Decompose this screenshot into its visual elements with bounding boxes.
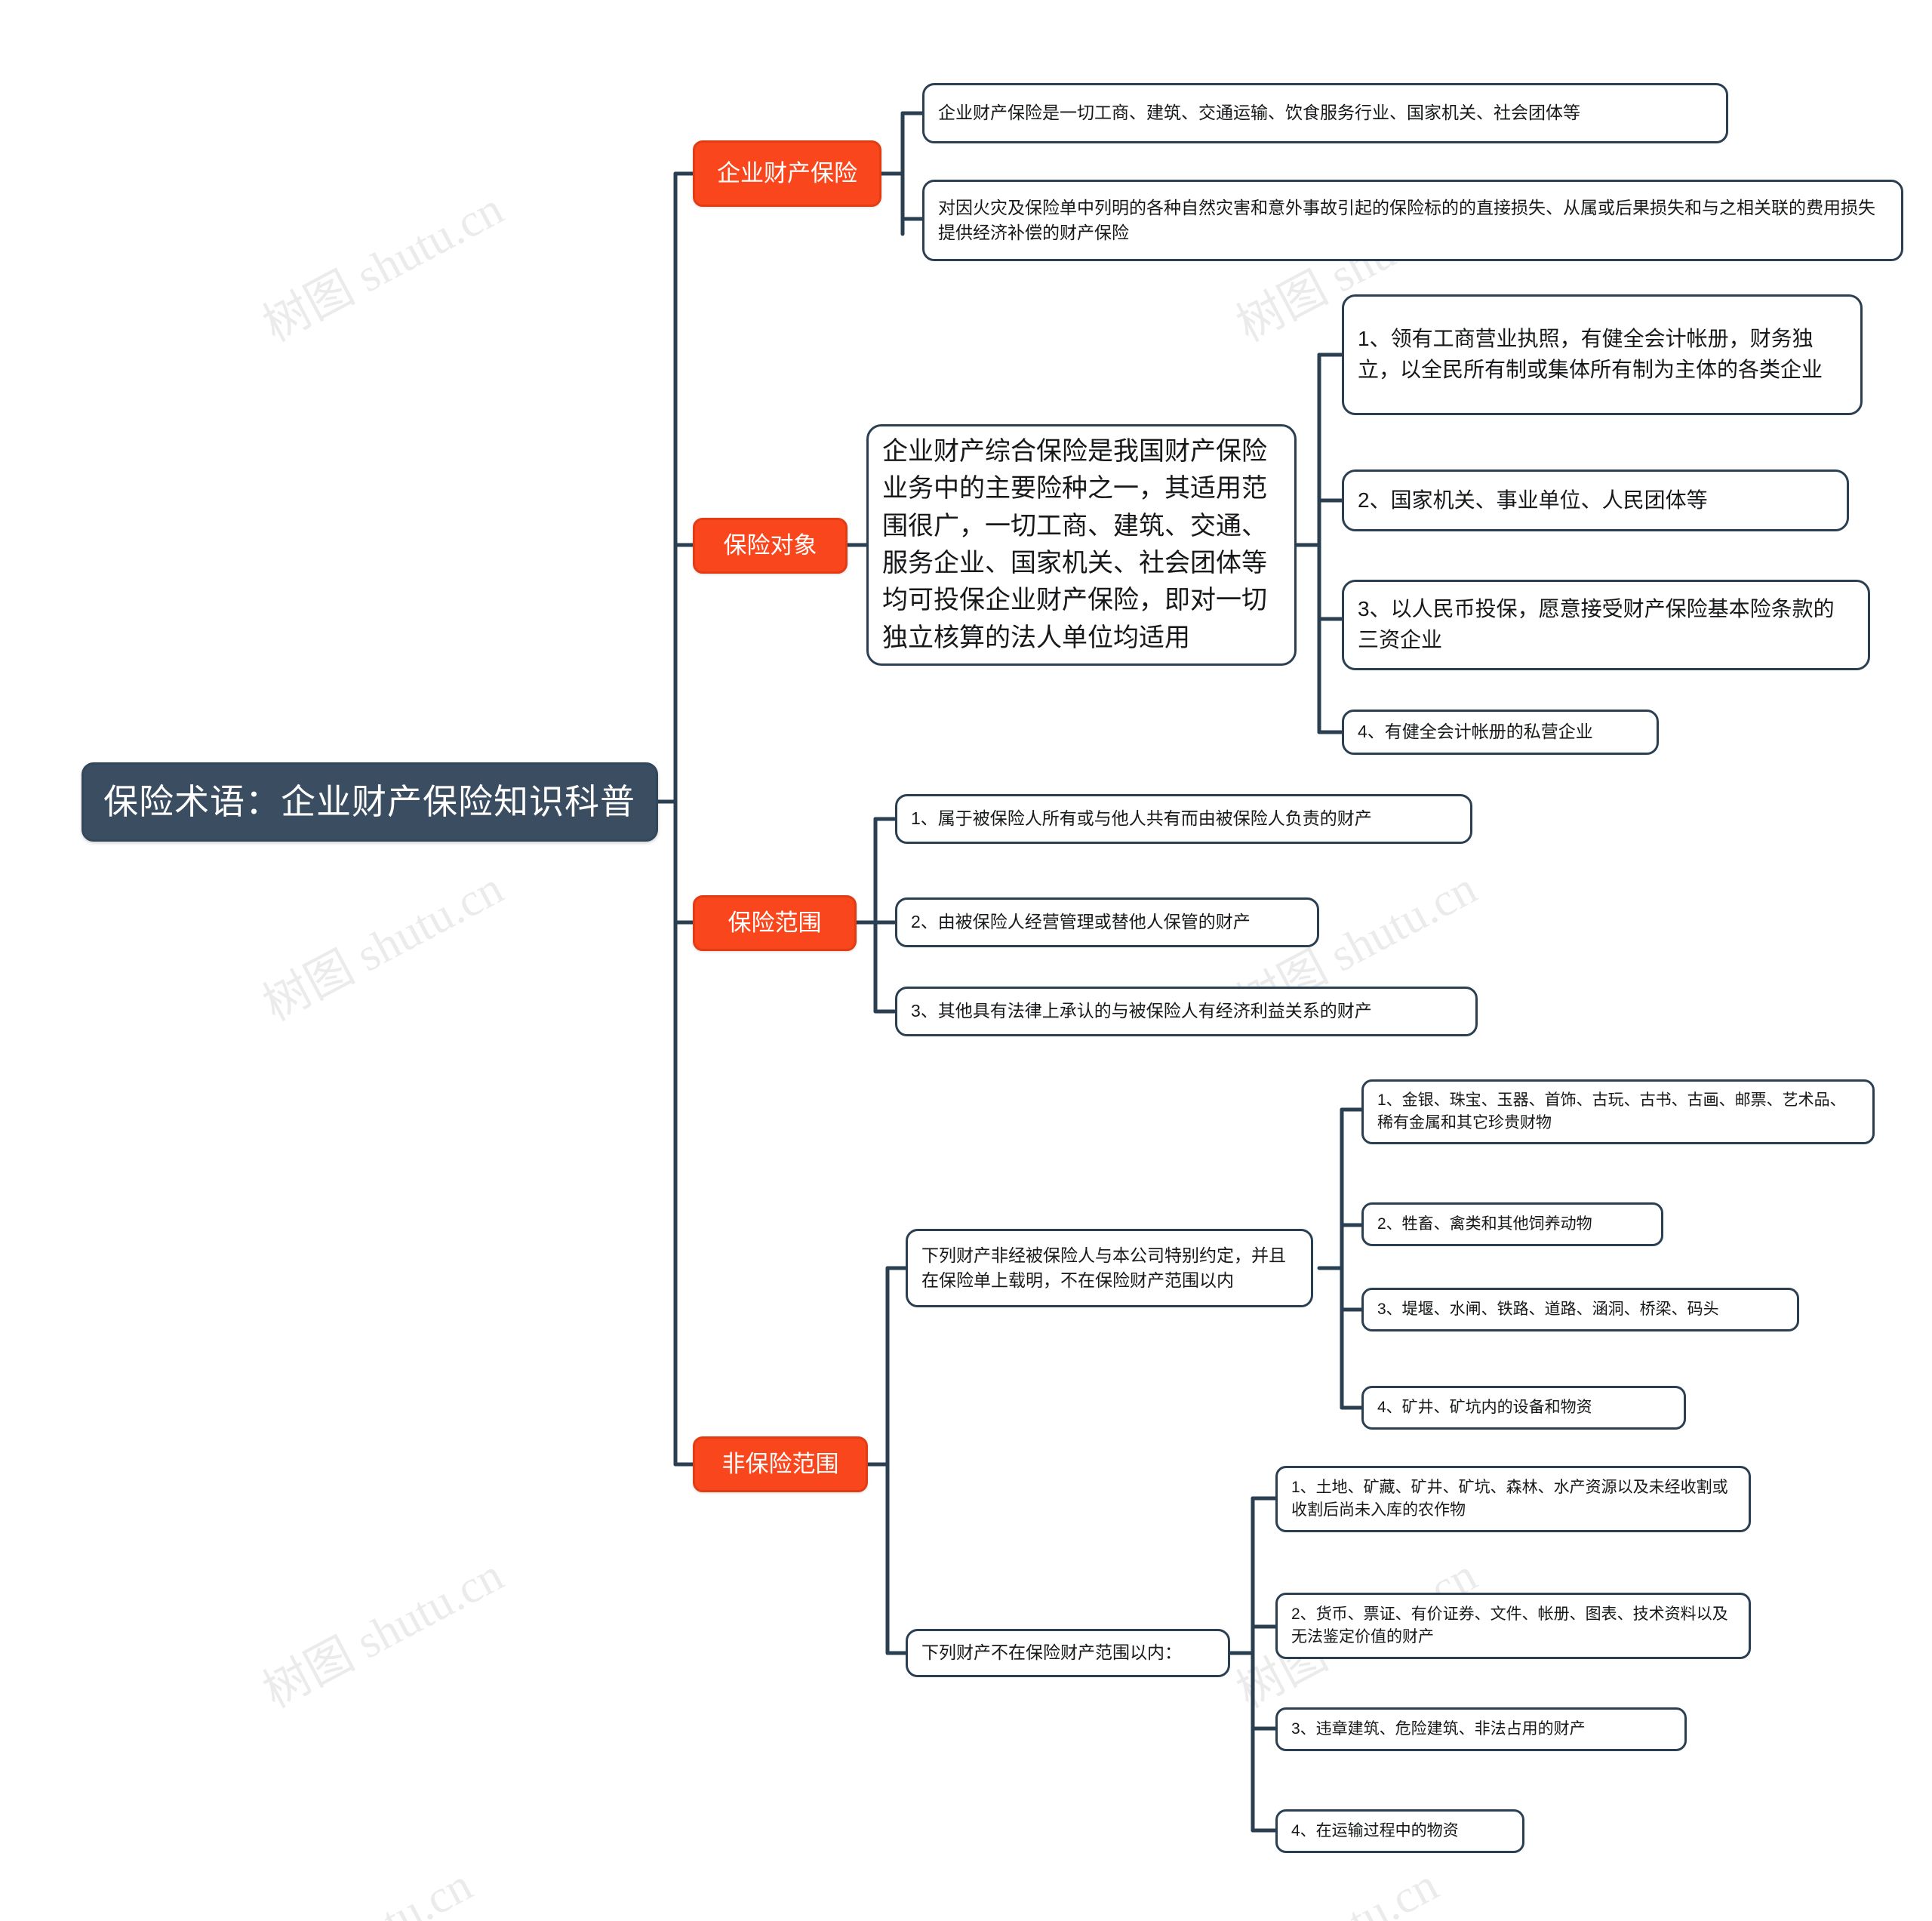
watermark: shutu.cn xyxy=(317,1859,481,1921)
branch-node-insurance-scope[interactable]: 保险范围 xyxy=(693,895,857,951)
branch-node-label: 保险对象 xyxy=(723,531,817,559)
watermark: 树图 shutu.cn xyxy=(255,1549,512,1718)
branch-node-label: 企业财产保险 xyxy=(717,159,857,186)
watermark: 树图 shutu.cn xyxy=(255,183,512,352)
detail-node-label: 企业财产综合保险是我国财产保险业务中的主要险种之一，其适用范围很广，一切工商、建… xyxy=(882,437,1267,652)
mindmap-canvas: 树图 shutu.cn 树图 shutu.cn 树图 shutu.cn 树图 s… xyxy=(0,0,1932,1921)
leaf-node-label: 2、牲畜、禽类和其他饲养动物 xyxy=(1377,1214,1592,1233)
leaf-node[interactable]: 3、违章建筑、危险建筑、非法占用的财产 xyxy=(1275,1707,1687,1751)
leaf-node[interactable]: 4、在运输过程中的物资 xyxy=(1275,1809,1524,1853)
leaf-node-label: 2、货币、票证、有价证券、文件、帐册、图表、技术资料以及无法鉴定价值的财产 xyxy=(1291,1605,1728,1645)
leaf-node-label: 企业财产保险是一切工商、建筑、交通运输、饮食服务行业、国家机关、社会团体等 xyxy=(938,103,1580,123)
leaf-node-label: 1、属于被保险人所有或与他人共有而由被保险人负责的财产 xyxy=(911,808,1372,829)
watermark: shutu.cn xyxy=(1283,1859,1447,1921)
leaf-node[interactable]: 2、由被保险人经营管理或替他人保管的财产 xyxy=(895,897,1319,947)
leaf-node-label: 1、土地、矿藏、矿井、矿坑、森林、水产资源以及未经收割或收割后尚未入库的农作物 xyxy=(1291,1478,1728,1519)
branch-node-enterprise-property-insurance[interactable]: 企业财产保险 xyxy=(693,140,881,207)
leaf-node[interactable]: 1、属于被保险人所有或与他人共有而由被保险人负责的财产 xyxy=(895,794,1472,844)
leaf-node-label: 3、其他具有法律上承认的与被保险人有经济利益关系的财产 xyxy=(911,1001,1372,1021)
leaf-node-label: 3、违章建筑、危险建筑、非法占用的财产 xyxy=(1291,1719,1586,1738)
leaf-node[interactable]: 企业财产保险是一切工商、建筑、交通运输、饮食服务行业、国家机关、社会团体等 xyxy=(922,83,1728,143)
leaf-node-label: 2、国家机关、事业单位、人民团体等 xyxy=(1358,488,1708,512)
branch-node-label: 保险范围 xyxy=(728,909,822,936)
leaf-node-label: 4、有健全会计帐册的私营企业 xyxy=(1358,722,1593,742)
branch-node-label: 非保险范围 xyxy=(721,1450,839,1477)
leaf-node[interactable]: 4、矿井、矿坑内的设备和物资 xyxy=(1361,1386,1686,1430)
leaf-node-label: 2、由被保险人经营管理或替他人保管的财产 xyxy=(911,912,1251,932)
leaf-node-label: 4、在运输过程中的物资 xyxy=(1291,1821,1459,1839)
detail-node-excluded-unless-agreed[interactable]: 下列财产非经被保险人与本公司特别约定，并且在保险单上载明，不在保险财产范围以内 xyxy=(906,1229,1313,1307)
leaf-node-label: 3、堤堰、水闸、铁路、道路、涵洞、桥梁、码头 xyxy=(1377,1300,1719,1318)
root-node-label: 保险术语：企业财产保险知识科普 xyxy=(103,782,635,822)
leaf-node-label: 3、以人民币投保，愿意接受财产保险基本险条款的三资企业 xyxy=(1358,597,1835,651)
leaf-node[interactable]: 3、堤堰、水闸、铁路、道路、涵洞、桥梁、码头 xyxy=(1361,1288,1799,1331)
leaf-node[interactable]: 4、有健全会计帐册的私营企业 xyxy=(1342,710,1659,755)
leaf-node-label: 对因火灾及保险单中列明的各种自然灾害和意外事故引起的保险标的的直接损失、从属或后… xyxy=(938,197,1875,242)
leaf-node-label: 1、金银、珠宝、玉器、首饰、古玩、古书、古画、邮票、艺术品、稀有金属和其它珍贵财… xyxy=(1377,1091,1846,1131)
detail-node-insured-object-description[interactable]: 企业财产综合保险是我国财产保险业务中的主要险种之一，其适用范围很广，一切工商、建… xyxy=(866,424,1297,666)
leaf-node[interactable]: 2、牲畜、禽类和其他饲养动物 xyxy=(1361,1202,1663,1246)
leaf-node[interactable]: 2、国家机关、事业单位、人民团体等 xyxy=(1342,469,1849,531)
leaf-node[interactable]: 对因火灾及保险单中列明的各种自然灾害和意外事故引起的保险标的的直接损失、从属或后… xyxy=(922,180,1903,261)
watermark: 树图 shutu.cn xyxy=(255,862,512,1031)
leaf-node[interactable]: 3、以人民币投保，愿意接受财产保险基本险条款的三资企业 xyxy=(1342,580,1870,670)
root-node[interactable]: 保险术语：企业财产保险知识科普 xyxy=(82,762,658,842)
leaf-node[interactable]: 3、其他具有法律上承认的与被保险人有经济利益关系的财产 xyxy=(895,987,1478,1036)
detail-node-label: 下列财产非经被保险人与本公司特别约定，并且在保险单上载明，不在保险财产范围以内 xyxy=(921,1245,1286,1290)
leaf-node-label: 4、矿井、矿坑内的设备和物资 xyxy=(1377,1398,1592,1416)
detail-node-label: 下列财产不在保险财产范围以内： xyxy=(921,1642,1182,1663)
branch-node-non-insurance-scope[interactable]: 非保险范围 xyxy=(693,1436,868,1492)
leaf-node[interactable]: 1、土地、矿藏、矿井、矿坑、森林、水产资源以及未经收割或收割后尚未入库的农作物 xyxy=(1275,1466,1751,1532)
branch-node-insured-object[interactable]: 保险对象 xyxy=(693,518,848,574)
detail-node-excluded-property[interactable]: 下列财产不在保险财产范围以内： xyxy=(906,1629,1230,1677)
leaf-node[interactable]: 2、货币、票证、有价证券、文件、帐册、图表、技术资料以及无法鉴定价值的财产 xyxy=(1275,1593,1751,1659)
leaf-node-label: 1、领有工商营业执照，有健全会计帐册，财务独立，以全民所有制或集体所有制为主体的… xyxy=(1358,327,1823,381)
leaf-node[interactable]: 1、金银、珠宝、玉器、首饰、古玩、古书、古画、邮票、艺术品、稀有金属和其它珍贵财… xyxy=(1361,1079,1875,1144)
leaf-node[interactable]: 1、领有工商营业执照，有健全会计帐册，财务独立，以全民所有制或集体所有制为主体的… xyxy=(1342,294,1863,415)
